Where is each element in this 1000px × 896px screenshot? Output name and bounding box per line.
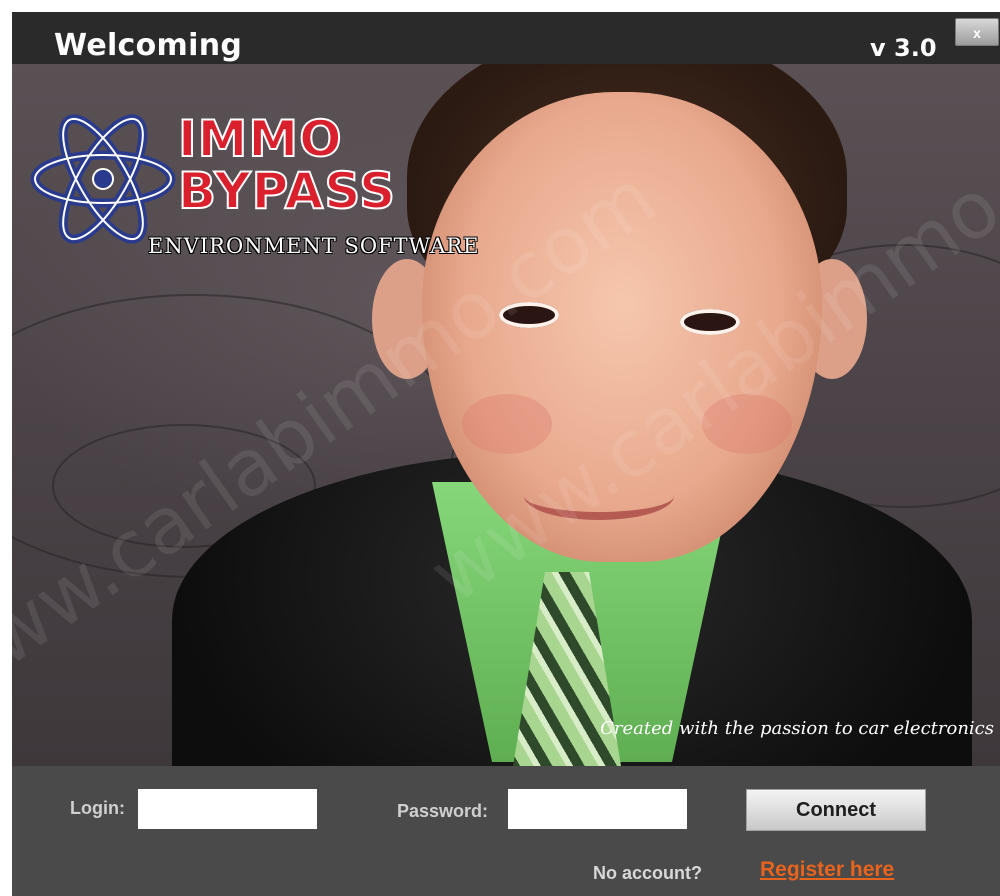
title-bar: Welcoming v 3.0 x: [12, 12, 1000, 64]
immo-bypass-logo: IMMO BYPASS ENVIRONMENT SOFTWARE: [28, 94, 518, 264]
version-label: v 3.0: [870, 34, 937, 62]
register-link[interactable]: Register here: [760, 858, 894, 882]
tagline: Created with the passion to car electron…: [600, 718, 994, 739]
left-cheek: [462, 394, 552, 454]
right-eye: [680, 309, 740, 335]
left-eye: [499, 302, 559, 328]
logo-subtitle: ENVIRONMENT SOFTWARE: [148, 234, 480, 258]
close-button[interactable]: x: [955, 18, 999, 46]
password-label: Password:: [397, 801, 489, 821]
window-title: Welcoming: [54, 28, 243, 63]
smile: [524, 472, 674, 520]
login-label: Login:: [70, 798, 125, 818]
connect-button[interactable]: Connect: [746, 789, 926, 831]
password-input[interactable]: [508, 789, 687, 829]
login-window: Created with the passion to car electron…: [12, 12, 1000, 896]
right-cheek: [702, 394, 792, 454]
no-account-text: No account?: [593, 863, 703, 883]
login-input[interactable]: [138, 789, 317, 829]
logo-line-immo: IMMO: [177, 109, 343, 169]
logo-line-bypass: BYPASS: [177, 161, 397, 221]
